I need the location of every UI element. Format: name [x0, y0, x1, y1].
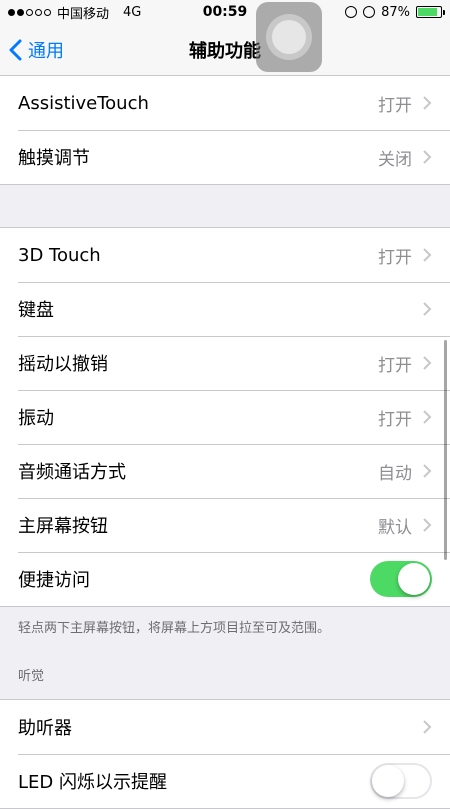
chevron-left-icon — [9, 39, 22, 61]
battery-percent: 87% — [381, 4, 410, 20]
scrollbar[interactable] — [444, 340, 447, 560]
row-value: 打开 — [378, 247, 412, 268]
row-label: 触摸调节 — [18, 148, 90, 169]
network-type: 4G — [123, 4, 142, 20]
assistive-touch-button[interactable] — [256, 2, 322, 72]
chevron-right-icon — [423, 410, 432, 424]
row-label: 摇动以撤销 — [18, 354, 108, 375]
row-hearing-devices[interactable]: 助听器 — [0, 700, 450, 754]
settings-content: AssistiveTouch 打开 触摸调节 关闭 3D Touch 打开 键盘… — [0, 76, 450, 809]
row-reachability: 便捷访问 — [0, 552, 450, 606]
row-value: 关闭 — [378, 149, 412, 170]
row-value: 打开 — [378, 355, 412, 376]
row-value: 自动 — [378, 463, 412, 484]
carrier-name: 中国移动 — [57, 6, 110, 22]
chevron-right-icon — [423, 464, 432, 478]
back-button[interactable]: 通用 — [8, 24, 64, 76]
reachability-footer: 轻点两下主屏幕按钮，将屏幕上方项目拉至可及范围。 — [18, 621, 331, 636]
chevron-right-icon — [423, 356, 432, 370]
row-value: 默认 — [378, 517, 412, 538]
row-touch-accommodations[interactable]: 触摸调节 关闭 — [0, 130, 450, 184]
row-assistivetouch[interactable]: AssistiveTouch 打开 — [0, 76, 450, 130]
row-shake-to-undo[interactable]: 摇动以撤销 打开 — [0, 336, 450, 390]
alarm-icon — [363, 6, 376, 18]
settings-group-hearing: 助听器 LED 闪烁以示提醒 — [0, 699, 450, 809]
row-label: 主屏幕按钮 — [18, 516, 108, 537]
row-call-audio-routing[interactable]: 音频通话方式 自动 — [0, 444, 450, 498]
section-header-hearing: 听觉 — [18, 669, 45, 684]
chevron-right-icon — [423, 96, 432, 110]
toggle-knob — [372, 765, 404, 797]
chevron-right-icon — [423, 248, 432, 262]
battery-fill — [418, 8, 438, 16]
row-3d-touch[interactable]: 3D Touch 打开 — [0, 228, 450, 282]
battery-icon — [416, 6, 445, 18]
settings-group-interaction: 3D Touch 打开 键盘 摇动以撤销 打开 振动 打开 音频通话方式 自动 … — [0, 227, 450, 607]
back-label: 通用 — [28, 41, 64, 62]
row-keyboard[interactable]: 键盘 — [0, 282, 450, 336]
toggle-knob — [398, 563, 430, 595]
page-title: 辅助功能 — [189, 40, 261, 62]
chevron-right-icon — [423, 302, 432, 316]
row-vibration[interactable]: 振动 打开 — [0, 390, 450, 444]
reachability-toggle[interactable] — [370, 561, 432, 597]
chevron-right-icon — [423, 720, 432, 734]
row-home-button[interactable]: 主屏幕按钮 默认 — [0, 498, 450, 552]
row-label: LED 闪烁以示提醒 — [18, 772, 167, 793]
row-label: 音频通话方式 — [18, 462, 126, 483]
settings-group-touch: AssistiveTouch 打开 触摸调节 关闭 — [0, 76, 450, 185]
led-flash-toggle[interactable] — [370, 763, 432, 799]
row-label: 3D Touch — [18, 244, 101, 266]
signal-strength-icon — [8, 8, 51, 16]
navigation-bar: 通用 辅助功能 — [0, 24, 450, 76]
row-label: 助听器 — [18, 718, 72, 739]
chevron-right-icon — [423, 518, 432, 532]
status-right: 87% — [345, 4, 445, 20]
row-label: 键盘 — [18, 300, 54, 321]
rotation-lock-icon — [345, 6, 358, 18]
status-bar: 中国移动 4G 00:59 87% — [0, 0, 450, 24]
chevron-right-icon — [423, 150, 432, 164]
assistive-touch-icon — [266, 14, 312, 60]
row-value: 打开 — [378, 95, 412, 116]
row-label: 便捷访问 — [18, 570, 90, 591]
row-value: 打开 — [378, 409, 412, 430]
row-label: 振动 — [18, 408, 54, 429]
row-label: AssistiveTouch — [18, 92, 149, 114]
